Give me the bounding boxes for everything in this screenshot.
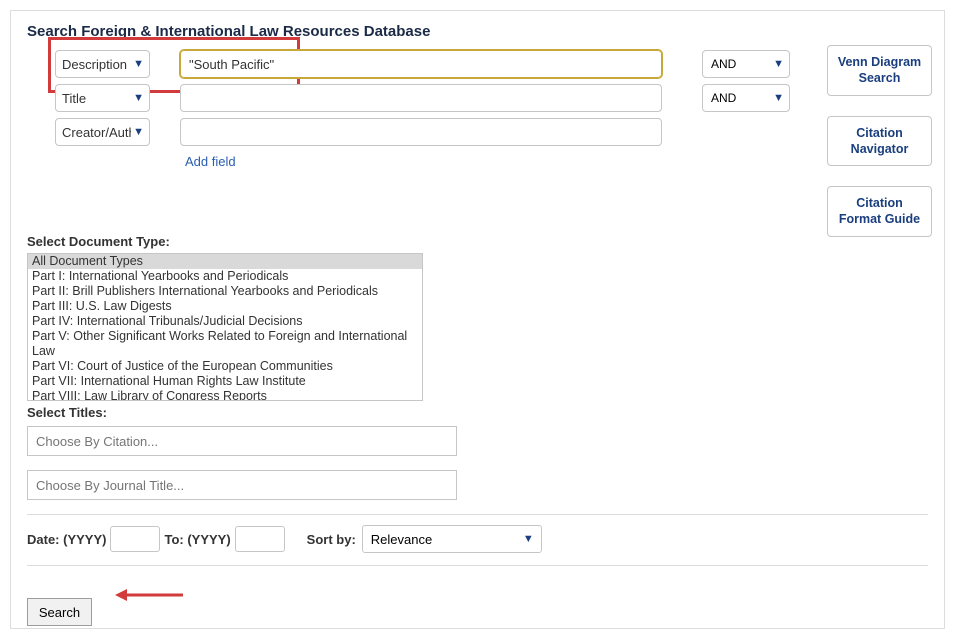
doctype-option[interactable]: Part IV: International Tribunals/Judicia… (28, 314, 422, 329)
doctype-option[interactable]: Part VIII: Law Library of Congress Repor… (28, 389, 422, 401)
page-heading: Search Foreign & International Law Resou… (27, 23, 928, 40)
date-from-input[interactable] (110, 526, 160, 552)
search-term-input-2[interactable] (180, 84, 662, 112)
choose-by-citation-input[interactable] (27, 426, 457, 456)
search-row: Creator/Author ▼ (27, 118, 928, 146)
field-select-1[interactable]: Description (55, 50, 150, 78)
date-to-input[interactable] (235, 526, 285, 552)
citation-format-guide-button[interactable]: Citation Format Guide (827, 186, 932, 237)
sort-by-select[interactable]: Relevance (362, 525, 542, 553)
citation-navigator-button[interactable]: Citation Navigator (827, 116, 932, 167)
date-sort-row: Date: (YYYY) To: (YYYY) Sort by: Relevan… (27, 525, 928, 553)
venn-diagram-search-button[interactable]: Venn Diagram Search (827, 45, 932, 96)
doctype-option[interactable]: Part III: U.S. Law Digests (28, 299, 422, 314)
sort-by-label: Sort by: (307, 532, 356, 547)
field-select-2[interactable]: Title (55, 84, 150, 112)
annotation-arrow-icon (115, 586, 185, 604)
select-titles-label: Select Titles: (27, 405, 928, 420)
date-from-label: Date: (YYYY) (27, 532, 106, 547)
side-buttons: Venn Diagram Search Citation Navigator C… (827, 45, 932, 237)
search-row: Description ▼ AND ▼ (27, 50, 928, 78)
doctype-option[interactable]: All Document Types (28, 254, 422, 269)
search-row: Title ▼ AND ▼ (27, 84, 928, 112)
doctype-option[interactable]: Part VI: Court of Justice of the Europea… (28, 359, 422, 374)
choose-by-journal-title-input[interactable] (27, 470, 457, 500)
search-term-input-3[interactable] (180, 118, 662, 146)
field-select-3[interactable]: Creator/Author (55, 118, 150, 146)
operator-select-2[interactable]: AND (702, 84, 790, 112)
doctype-option[interactable]: Part I: International Yearbooks and Peri… (28, 269, 422, 284)
doctype-option[interactable]: Part II: Brill Publishers International … (28, 284, 422, 299)
divider (27, 514, 928, 515)
doctype-option[interactable]: Part VII: International Human Rights Law… (28, 374, 422, 389)
divider (27, 565, 928, 566)
search-rows: Description ▼ AND ▼ Title ▼ (27, 50, 928, 169)
doctype-option[interactable]: Part V: Other Significant Works Related … (28, 329, 422, 359)
search-button[interactable]: Search (27, 598, 92, 626)
search-term-input-1[interactable] (180, 50, 662, 78)
add-field-link[interactable]: Add field (185, 154, 236, 169)
document-type-label: Select Document Type: (27, 234, 928, 249)
document-type-listbox[interactable]: All Document Types Part I: International… (27, 253, 423, 401)
date-to-label: To: (YYYY) (164, 532, 230, 547)
operator-select-1[interactable]: AND (702, 50, 790, 78)
